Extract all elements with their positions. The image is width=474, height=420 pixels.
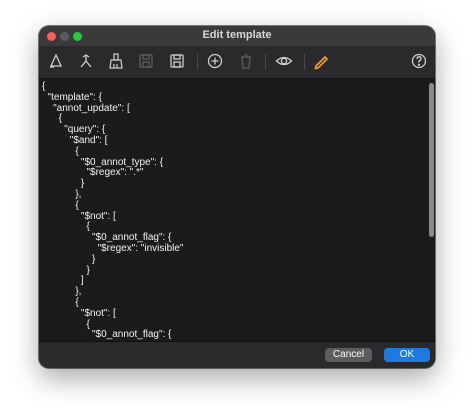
preview-icon bbox=[275, 56, 293, 66]
format-button[interactable] bbox=[45, 50, 67, 72]
code-line: "$regex": ".*" bbox=[42, 167, 144, 179]
cancel-button[interactable]: Cancel bbox=[325, 348, 372, 362]
save-icon bbox=[170, 54, 184, 68]
title-bar[interactable]: Edit template bbox=[39, 26, 435, 46]
delete-icon bbox=[241, 54, 251, 69]
merge-button[interactable] bbox=[75, 50, 97, 72]
code-line: "$not": [ bbox=[42, 210, 116, 222]
toolbar-separator bbox=[197, 54, 198, 70]
code-line: ] bbox=[42, 275, 84, 287]
preview-button[interactable] bbox=[273, 50, 295, 72]
code-line: } bbox=[42, 178, 85, 190]
code-line: }, bbox=[42, 286, 82, 298]
code-line: { bbox=[42, 145, 79, 157]
merge-icon bbox=[80, 54, 92, 68]
edit-template-window: Edit template {"template": {"annot_upd… bbox=[39, 26, 435, 368]
ok-button[interactable]: OK bbox=[384, 348, 430, 362]
scrollbar-thumb[interactable] bbox=[429, 83, 434, 237]
toolbar bbox=[39, 46, 435, 79]
code-line: { bbox=[42, 199, 79, 211]
code-line: "$regex": "invisible" bbox=[42, 242, 184, 254]
edit-button[interactable] bbox=[310, 50, 332, 72]
toolbar-separator bbox=[304, 54, 305, 70]
save-disabled-icon bbox=[139, 54, 153, 68]
format-icon bbox=[49, 53, 63, 68]
clean-button[interactable] bbox=[105, 50, 127, 72]
dialog-footer: Cancel OK bbox=[39, 341, 435, 368]
delete-button[interactable] bbox=[235, 50, 257, 72]
code-line: "$and": [ bbox=[42, 134, 108, 146]
code-line: "$0_annot_flag": { bbox=[42, 329, 172, 341]
template-editor[interactable]: { "template": { "annot_update": [ { "que… bbox=[39, 79, 427, 341]
save-button[interactable] bbox=[166, 50, 188, 72]
code-line: "$not": [ bbox=[42, 307, 116, 319]
add-button[interactable] bbox=[204, 50, 226, 72]
clean-icon bbox=[109, 53, 123, 69]
edit-icon bbox=[314, 55, 329, 70]
vertical-scrollbar[interactable] bbox=[427, 79, 435, 341]
code-line: "template": { bbox=[42, 91, 102, 103]
window-title: Edit template bbox=[202, 29, 272, 41]
code-line: } bbox=[42, 264, 90, 276]
code-line: } bbox=[42, 253, 96, 265]
add-icon bbox=[207, 53, 223, 69]
code-line: "annot_update": [ bbox=[42, 102, 130, 114]
help-icon bbox=[411, 53, 427, 69]
code-line: }, bbox=[42, 188, 82, 200]
save-disabled-button[interactable] bbox=[135, 50, 157, 72]
help-button[interactable] bbox=[408, 50, 430, 72]
toolbar-separator bbox=[265, 54, 266, 70]
template-code[interactable]: { "template": { "annot_update": [ { "que… bbox=[39, 79, 427, 341]
